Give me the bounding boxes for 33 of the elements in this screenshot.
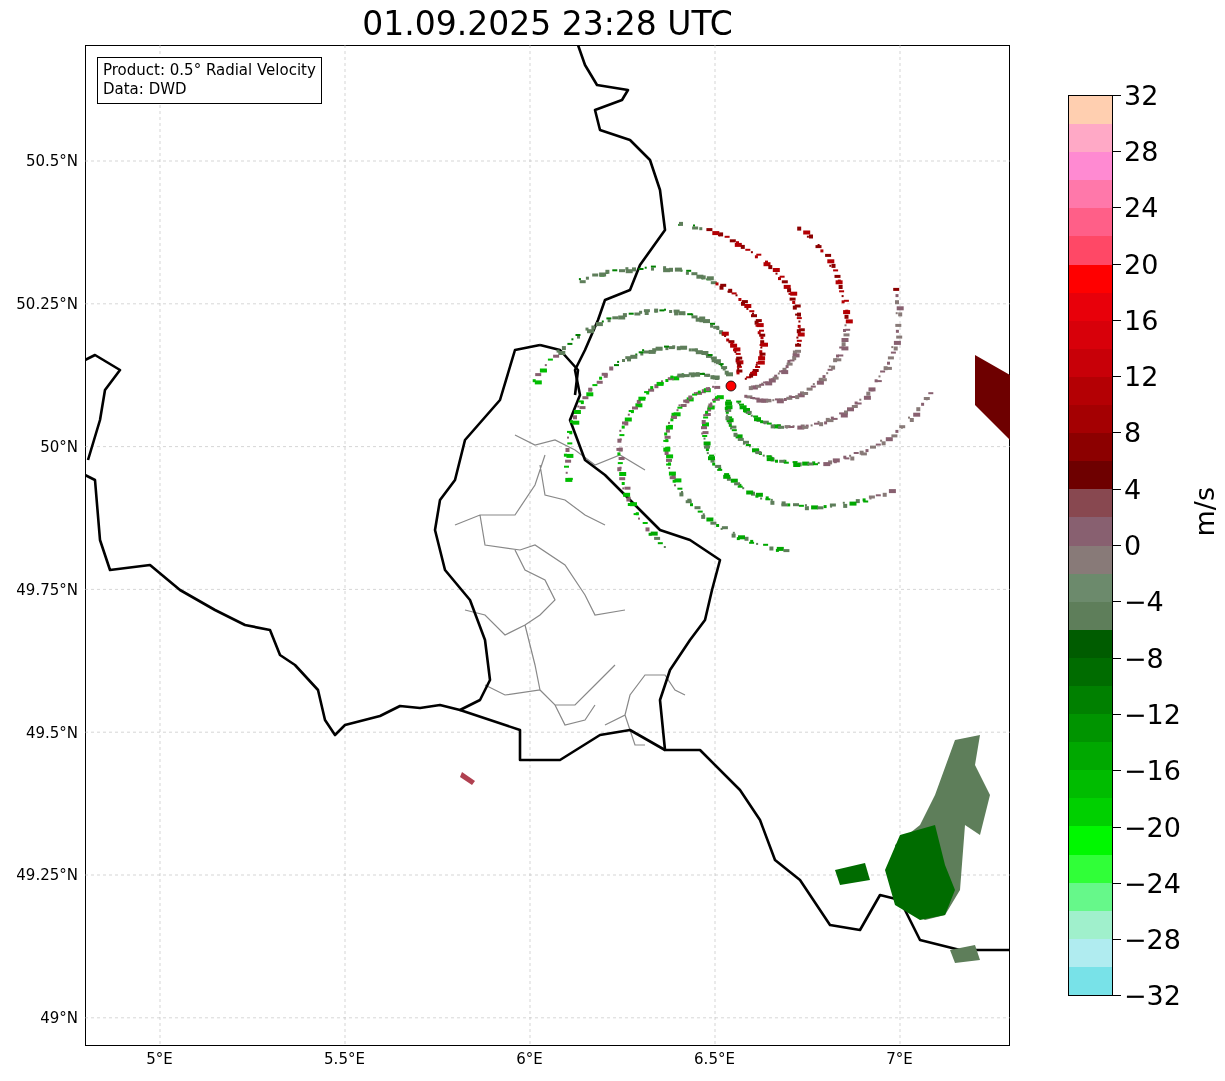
latitude-label: 50°N: [40, 438, 78, 456]
colorbar-tick-label: −32: [1124, 980, 1181, 1012]
colorbar-tick-label: 12: [1124, 361, 1159, 393]
latitude-label: 49°N: [40, 1009, 78, 1028]
latitude-label: 49.75°N: [16, 580, 78, 599]
colorbar-tick-label: 24: [1124, 192, 1159, 224]
chart-title: 01.09.2025 23:28 UTC: [362, 3, 733, 45]
colorbar-tick-label: −28: [1124, 924, 1181, 956]
colorbar-tick-label: 8: [1124, 417, 1142, 449]
colorbar-tick-label: 28: [1124, 135, 1159, 167]
longitude-label: 5°E: [146, 1050, 173, 1068]
colorbar-tick-label: −24: [1124, 867, 1181, 899]
colorbar-tick-label: −12: [1124, 698, 1181, 730]
latitude-label: 50.5°N: [25, 152, 78, 171]
colorbar-tick-label: −8: [1124, 642, 1164, 674]
legend-text: Product: 0.5° Radial Velocity: [103, 61, 316, 80]
colorbar-tick-label: −16: [1124, 755, 1181, 787]
longitude-label: 6.5°E: [694, 1050, 735, 1068]
colorbar-tick-label: 4: [1124, 473, 1142, 505]
legend-text: Data: DWD: [103, 80, 188, 99]
colorbar-tick-label: 20: [1124, 248, 1159, 280]
longitude-label: 6°E: [516, 1050, 543, 1068]
colorbar-tick-label: −4: [1124, 586, 1164, 618]
longitude-label: 7°E: [886, 1050, 913, 1068]
colorbar-tick-label: 16: [1124, 304, 1159, 336]
colorbar-tick-label: 0: [1124, 530, 1142, 561]
colorbar-unit-label: m/s: [1189, 487, 1220, 537]
latitude-label: 49.5°N: [25, 723, 78, 742]
latitude-label: 50.25°N: [16, 295, 78, 314]
colorbar-tick-label: 32: [1124, 79, 1159, 111]
longitude-label: 5.5°E: [324, 1050, 365, 1068]
latitude-label: 49.25°N: [16, 866, 78, 885]
colorbar-tick-label: −20: [1124, 811, 1181, 843]
